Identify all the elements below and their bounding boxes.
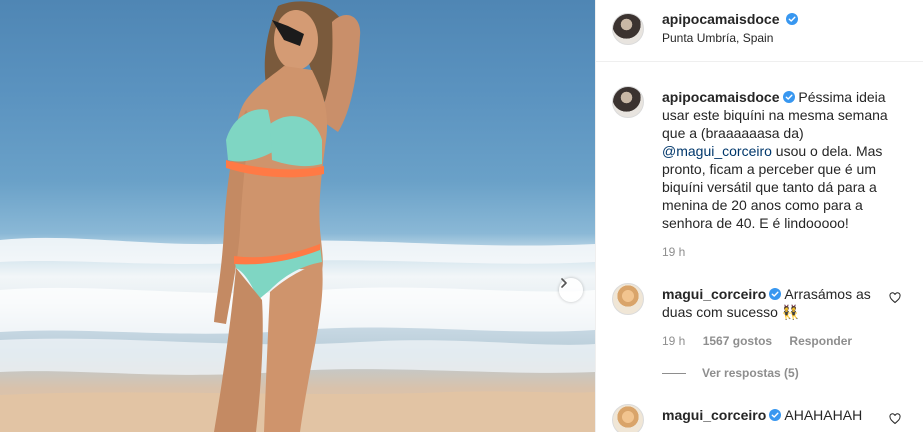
avatar[interactable] [612, 86, 644, 118]
comment-likes[interactable]: 1567 gostos [703, 334, 772, 348]
chevron-right-icon [561, 278, 567, 288]
comment-meta: 19 h 1567 gostos Responder [662, 334, 866, 348]
post-photo[interactable] [0, 0, 595, 432]
beach-scene [0, 1, 595, 432]
location-link[interactable]: Punta Umbría, Spain [662, 31, 773, 45]
avatar[interactable] [612, 13, 644, 45]
mention-link[interactable]: @magui_corceiro [662, 143, 772, 159]
heart-icon[interactable] [889, 413, 901, 425]
verified-icon [769, 288, 782, 300]
author-line: apipocamaisdoce [662, 11, 799, 27]
avatar[interactable] [612, 404, 644, 432]
caption-meta: 19 h [662, 245, 699, 259]
avatar[interactable] [612, 283, 644, 315]
author-username[interactable]: apipocamaisdoce [662, 11, 780, 27]
view-replies-label: Ver respostas (5) [702, 366, 799, 380]
comment-timestamp[interactable]: 19 h [662, 334, 685, 348]
comment-text: magui_corceiro AHAHAHAH [662, 406, 902, 424]
comment-username[interactable]: magui_corceiro [662, 407, 766, 423]
caption-text: apipocamaisdoce Péssima ideia usar este … [662, 88, 902, 232]
post-header: apipocamaisdoce Punta Umbría, Spain [596, 0, 923, 62]
caption-timestamp[interactable]: 19 h [662, 245, 685, 259]
replies-divider [662, 372, 686, 374]
post-side-panel: apipocamaisdoce Punta Umbría, Spain apip… [595, 0, 923, 432]
next-photo-button[interactable] [559, 278, 583, 302]
comment-body: AHAHAHAH [781, 407, 863, 423]
caption-username[interactable]: apipocamaisdoce [662, 89, 780, 105]
comment-text: magui_corceiro Arrasámos as duas com suc… [662, 285, 902, 321]
heart-icon[interactable] [889, 292, 901, 304]
comment-username[interactable]: magui_corceiro [662, 286, 766, 302]
verified-icon [782, 91, 795, 103]
verified-icon [786, 13, 799, 25]
verified-icon [769, 409, 782, 421]
view-replies-button[interactable]: Ver respostas (5) [662, 366, 799, 380]
reply-button[interactable]: Responder [789, 334, 852, 348]
